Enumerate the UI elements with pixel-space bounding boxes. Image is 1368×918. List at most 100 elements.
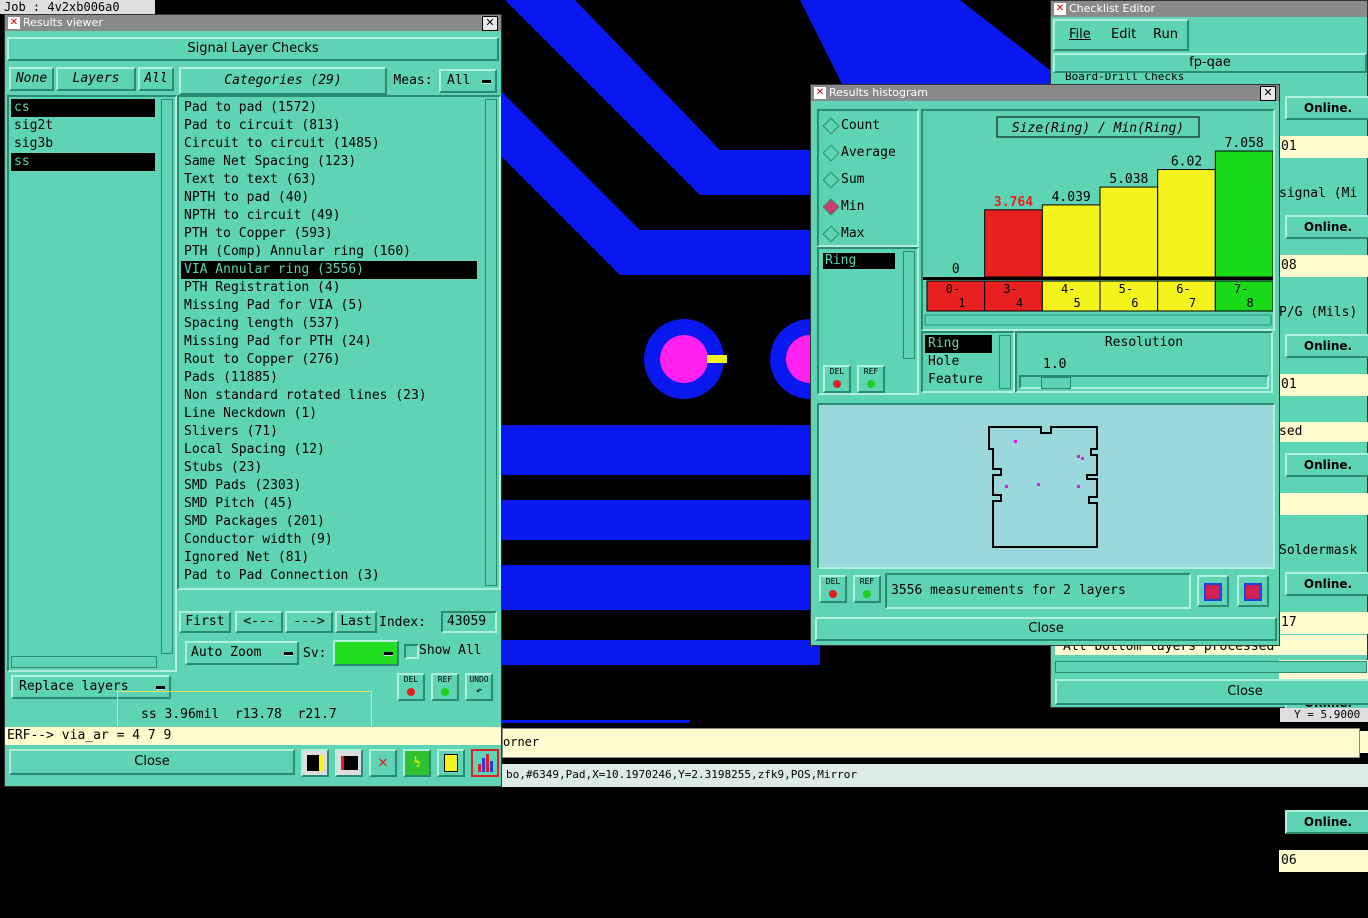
export-icon[interactable] [1197, 575, 1229, 607]
resolution-slider-thumb[interactable] [1041, 377, 1071, 389]
category-item[interactable]: Pad to Pad Connection (3) [181, 567, 477, 585]
meas-dropdown[interactable]: All [439, 69, 497, 93]
hist-list-ref-button[interactable]: REF [857, 365, 885, 393]
category-item[interactable]: PTH Registration (4) [181, 279, 477, 297]
category-item[interactable]: Circuit to circuit (1485) [181, 135, 477, 153]
feature-option[interactable]: Hole [925, 353, 992, 371]
notes-icon[interactable] [437, 749, 465, 777]
categories-list[interactable]: Pad to pad (1572) Pad to circuit (813) Cir… [177, 95, 501, 590]
category-item[interactable]: PTH to Copper (593) [181, 225, 477, 243]
layer-item[interactable]: cs [11, 99, 155, 117]
category-item[interactable]: Line Neckdown (1) [181, 405, 477, 423]
layers-button[interactable]: Layers [56, 67, 136, 91]
import-icon[interactable] [1237, 575, 1269, 607]
signal-layer-checks-header[interactable]: Signal Layer Checks [7, 37, 499, 61]
mode-option[interactable]: Count [819, 117, 915, 135]
menu-file[interactable]: File [1069, 27, 1091, 42]
histogram-close-button[interactable]: Close [815, 617, 1277, 641]
feature-option[interactable]: Ring [925, 335, 992, 353]
hist-list-del-button[interactable]: DEL [823, 365, 851, 393]
resolution-slider[interactable] [1019, 375, 1269, 389]
category-item[interactable]: Ignored Net (81) [181, 549, 477, 567]
layers-list[interactable]: cs sig2t sig3b ss [7, 95, 177, 672]
category-item[interactable]: NPTH to circuit (49) [181, 207, 477, 225]
ref-off-icon[interactable]: ✕ [369, 749, 397, 777]
category-item[interactable]: PTH (Comp) Annular ring (160) [181, 243, 477, 261]
category-item[interactable]: Text to text (63) [181, 171, 477, 189]
layer-item[interactable]: ss [11, 153, 155, 171]
chart-scrollbar[interactable] [924, 314, 1272, 326]
board-preview[interactable] [817, 403, 1275, 569]
step-icon[interactable]: ½ [403, 749, 431, 777]
none-button[interactable]: None [9, 67, 54, 91]
radio-icon[interactable] [822, 225, 840, 243]
close-icon[interactable]: ✕ [482, 16, 498, 31]
results-close-button[interactable]: Close [9, 749, 295, 775]
category-item[interactable]: NPTH to pad (40) [181, 189, 477, 207]
category-item[interactable]: Pad to pad (1572) [181, 99, 477, 117]
category-item[interactable]: SMD Pads (2303) [181, 477, 477, 495]
next-button[interactable]: ---> [285, 611, 333, 633]
online-button[interactable]: Online. [1285, 810, 1368, 834]
prev-button[interactable]: <--- [235, 611, 283, 633]
ref-button[interactable]: REF [431, 673, 459, 701]
online-button[interactable]: Online. [1285, 215, 1368, 239]
category-item[interactable]: Rout to Copper (276) [181, 351, 477, 369]
categories-button[interactable]: Categories (29) [179, 67, 387, 95]
layer-item[interactable]: sig3b [11, 135, 155, 153]
category-item[interactable]: Slivers (71) [181, 423, 477, 441]
show-all-checkbox[interactable] [404, 644, 419, 659]
del-button[interactable]: DEL [397, 673, 425, 701]
category-item[interactable]: SMD Pitch (45) [181, 495, 477, 513]
mode-option[interactable]: Min [819, 198, 915, 216]
radio-icon[interactable] [822, 171, 840, 189]
category-item[interactable]: Conductor width (9) [181, 531, 477, 549]
category-item[interactable]: Local Spacing (12) [181, 441, 477, 459]
category-item[interactable]: Non standard rotated lines (23) [181, 387, 477, 405]
online-button[interactable]: Online. [1285, 572, 1368, 596]
category-item[interactable]: Pads (11885) [181, 369, 477, 387]
report-icon[interactable] [335, 749, 363, 777]
category-item[interactable]: Stubs (23) [181, 459, 477, 477]
probe-icon[interactable] [301, 749, 329, 777]
category-item[interactable]: Same Net Spacing (123) [181, 153, 477, 171]
layers-scrollbar-h[interactable] [11, 656, 157, 668]
radio-icon[interactable] [822, 117, 840, 135]
feature-option[interactable]: Feature [925, 371, 992, 389]
results-viewer-titlebar[interactable]: ✕ Results viewer ✕ [5, 15, 501, 31]
histogram-titlebar[interactable]: ✕ Results histogram ✕ [811, 85, 1279, 101]
radio-icon[interactable] [822, 144, 840, 162]
menu-edit[interactable]: Edit [1111, 27, 1136, 42]
mode-option[interactable]: Sum [819, 171, 915, 189]
option-scrollbar[interactable] [999, 335, 1011, 389]
auto-zoom-dropdown[interactable]: Auto Zoom [185, 641, 299, 665]
checklist-scrollbar-h[interactable] [1055, 661, 1367, 673]
category-item[interactable]: Missing Pad for PTH (24) [181, 333, 477, 351]
hist-del-button[interactable]: DEL [819, 575, 847, 603]
menu-run[interactable]: Run [1153, 27, 1178, 42]
category-item[interactable]: VIA Annular ring (3556) [181, 261, 477, 279]
online-button[interactable]: Online. [1285, 96, 1368, 120]
checklist-close-button[interactable]: Close [1055, 679, 1368, 705]
category-item[interactable]: Pad to circuit (813) [181, 117, 477, 135]
histogram-icon[interactable] [471, 749, 499, 777]
histogram-list-scrollbar[interactable] [903, 251, 915, 359]
category-item[interactable]: SMD Packages (201) [181, 513, 477, 531]
all-button[interactable]: All [138, 67, 174, 91]
first-button[interactable]: First [179, 611, 231, 633]
undo-button[interactable]: UNDO ↶ [465, 673, 493, 701]
category-item[interactable]: Spacing length (537) [181, 315, 477, 333]
mode-option[interactable]: Max [819, 225, 915, 243]
histogram-item-list[interactable]: Ring DEL REF [817, 247, 919, 395]
sv-dropdown[interactable] [333, 640, 399, 666]
category-item[interactable]: Missing Pad for VIA (5) [181, 297, 477, 315]
radio-icon[interactable] [822, 198, 840, 216]
categories-scrollbar-v[interactable] [485, 99, 497, 586]
close-icon[interactable]: ✕ [1260, 86, 1276, 101]
online-button[interactable]: Online. [1285, 334, 1368, 358]
index-field[interactable]: 43059 [441, 611, 497, 633]
checklist-titlebar[interactable]: ✕ Checklist Editor [1051, 1, 1367, 17]
mode-option[interactable]: Average [819, 144, 915, 162]
histogram-chart[interactable]: Size(Ring) / Min(Ring) 0 0-1 3.764 3-4 4.039 4… [923, 111, 1273, 329]
layers-scrollbar-v[interactable] [161, 99, 173, 654]
